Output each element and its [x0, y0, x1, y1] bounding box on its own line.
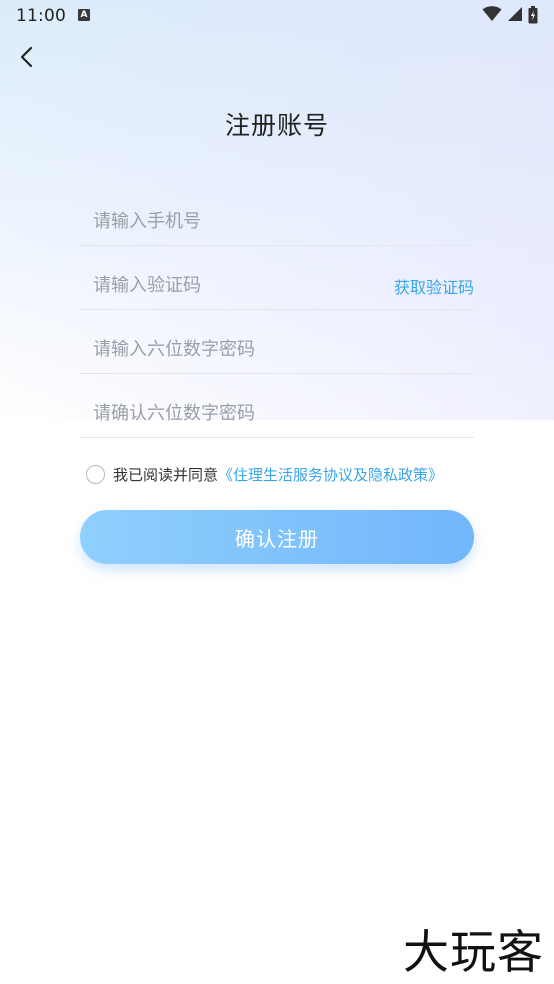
- wifi-icon: [482, 6, 502, 21]
- chevron-left-icon: [20, 46, 33, 68]
- phone-field-row: [80, 196, 474, 246]
- verification-code-input[interactable]: [93, 268, 373, 302]
- confirm-register-button[interactable]: 确认注册: [80, 510, 474, 564]
- agreement-link[interactable]: 《住理生活服务协议及隐私政策》: [218, 464, 443, 485]
- back-button[interactable]: [10, 40, 44, 74]
- battery-icon: [528, 6, 538, 24]
- watermark-logo: 大玩客: [403, 925, 544, 979]
- password-input[interactable]: [93, 332, 373, 366]
- get-code-button[interactable]: 获取验证码: [394, 274, 474, 298]
- code-field-row: 获取验证码: [80, 260, 474, 310]
- agreement-checkbox[interactable]: [86, 464, 105, 484]
- notification-icon: A: [78, 9, 90, 21]
- confirm-password-input[interactable]: [93, 396, 373, 430]
- password-field-row: [80, 324, 474, 374]
- phone-input[interactable]: [93, 204, 373, 238]
- agreement-prefix: 我已阅读并同意: [113, 465, 219, 484]
- page-title: 注册账号: [224, 111, 329, 140]
- agreement-row: 我已阅读并同意 《住理生活服务协议及隐私政策》: [86, 463, 443, 485]
- status-time: 11:00: [16, 6, 66, 26]
- signal-icon: [507, 7, 522, 21]
- status-icons: [482, 6, 538, 24]
- status-bar: 11:00 A: [0, 0, 554, 32]
- confirm-password-field-row: [80, 388, 474, 438]
